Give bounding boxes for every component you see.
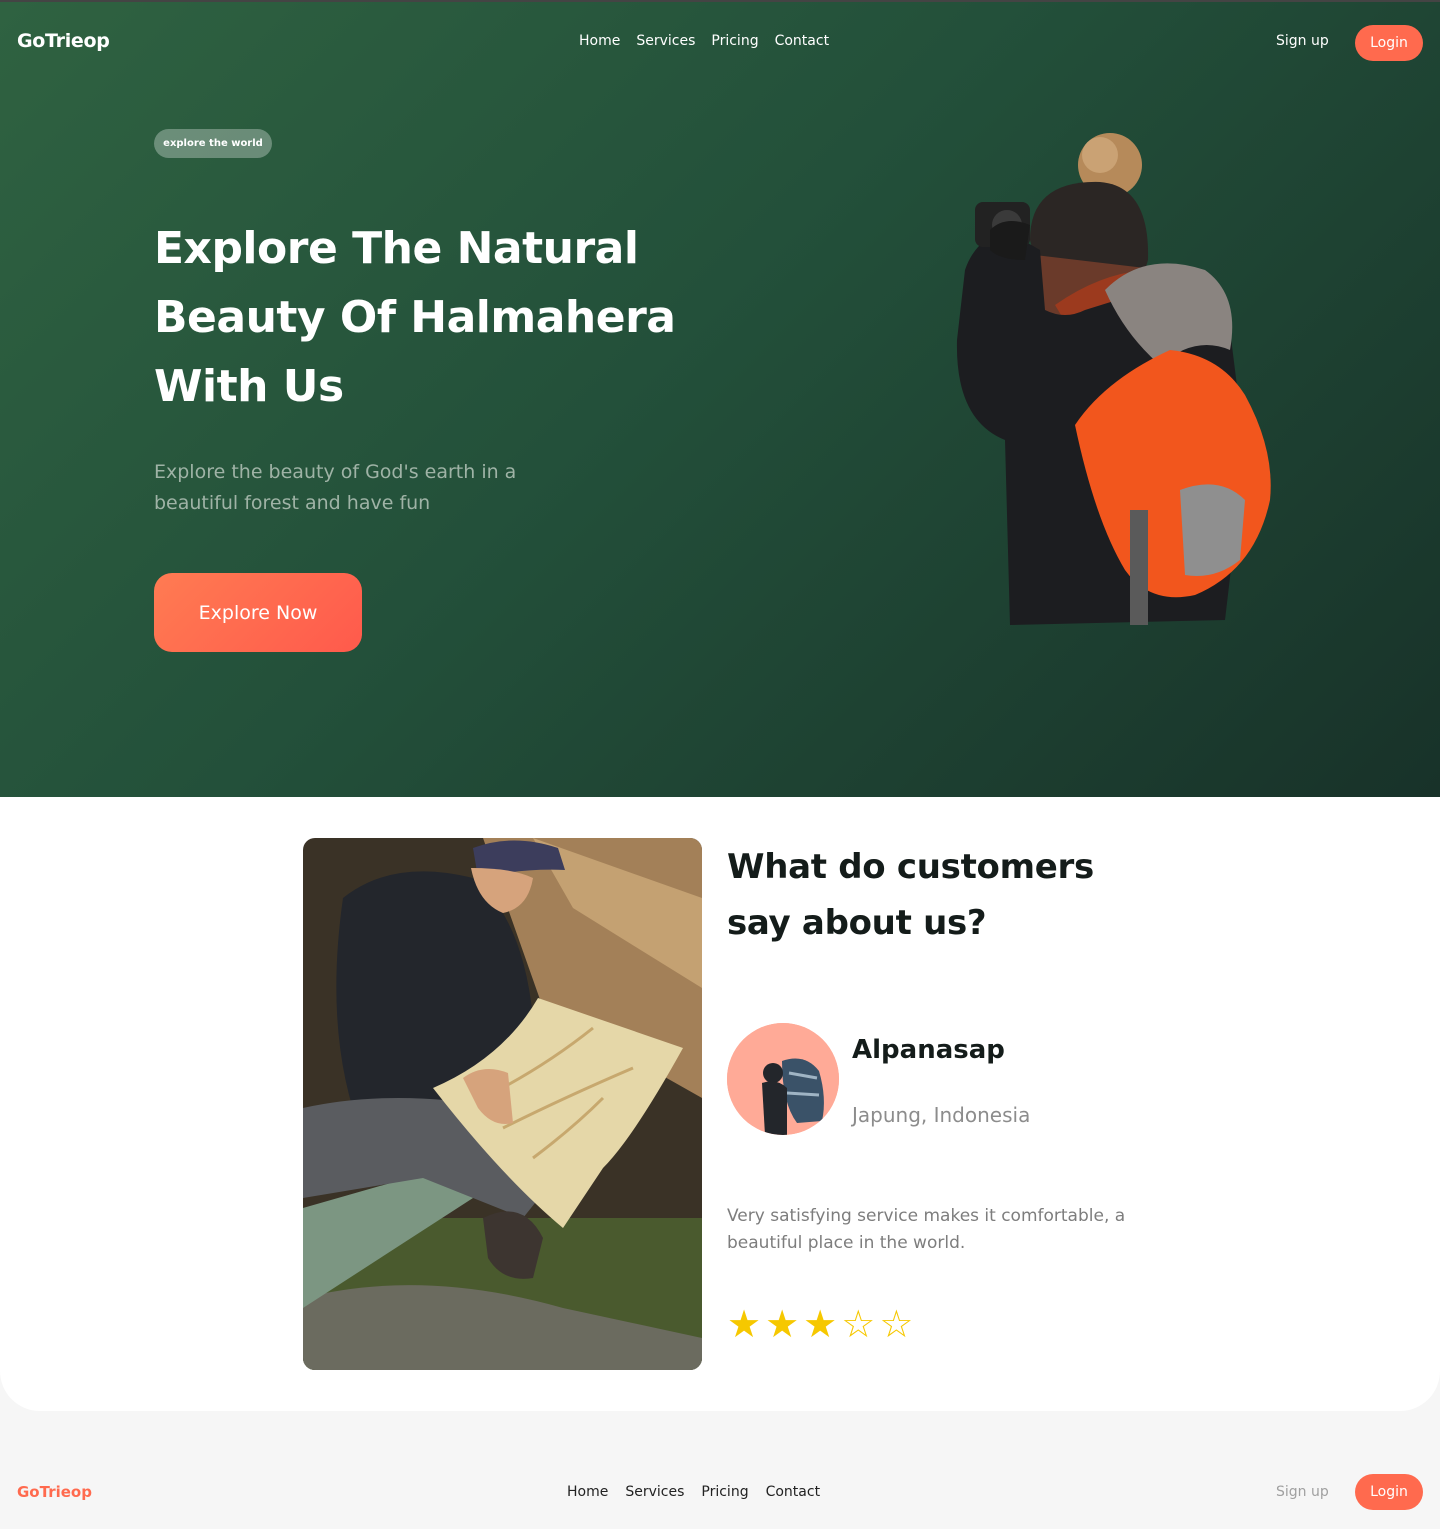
- footer-login-button[interactable]: Login: [1355, 1474, 1423, 1510]
- review-quote: Very satisfying service makes it comfort…: [727, 1206, 1126, 1253]
- star-filled-icon: ★: [765, 1302, 800, 1346]
- map-reading-photo: [303, 838, 702, 1370]
- footer-links: Home Services Pricing Contact: [567, 1484, 820, 1500]
- footer-signup-link[interactable]: Sign up: [1276, 1484, 1329, 1500]
- reviewer-avatar: [727, 1023, 839, 1135]
- nav-link-pricing[interactable]: Pricing: [711, 33, 758, 49]
- hero-section: GoTrieop Home Services Pricing Contact S…: [0, 0, 1440, 797]
- nav-link-contact[interactable]: Contact: [775, 33, 829, 49]
- star-filled-icon: ★: [803, 1302, 838, 1346]
- reviewer-location: Japung, Indonesia: [852, 1103, 1031, 1127]
- footer: GoTrieop Home Services Pricing Contact S…: [0, 1411, 1440, 1529]
- brand-logo[interactable]: GoTrieop: [17, 30, 110, 52]
- footer-link-services[interactable]: Services: [625, 1484, 684, 1500]
- explore-now-button[interactable]: Explore Now: [154, 573, 362, 652]
- star-empty-icon: ☆: [879, 1302, 914, 1346]
- footer-link-home[interactable]: Home: [567, 1484, 608, 1500]
- signup-link[interactable]: Sign up: [1276, 33, 1329, 49]
- nav-links: Home Services Pricing Contact: [579, 33, 829, 49]
- footer-link-contact[interactable]: Contact: [766, 1484, 820, 1500]
- testimonial-section: What do customers say about us? Alpanasa…: [0, 797, 1440, 1411]
- reviewer-name: Alpanasap: [852, 1035, 1005, 1065]
- footer-brand-logo[interactable]: GoTrieop: [17, 1483, 92, 1501]
- star-empty-icon: ☆: [841, 1302, 876, 1346]
- star-rating: ★ ★ ★ ☆ ☆: [727, 1305, 913, 1343]
- hero-subtitle: Explore the beauty of God's earth in a b…: [154, 461, 517, 514]
- nav-link-home[interactable]: Home: [579, 33, 620, 49]
- nav-link-services[interactable]: Services: [636, 33, 695, 49]
- login-button[interactable]: Login: [1355, 25, 1423, 61]
- hiker-photo: [956, 133, 1271, 625]
- hero-title: Explore The Natural Beauty Of Halmahera …: [154, 223, 676, 412]
- star-filled-icon: ★: [727, 1302, 762, 1346]
- footer-link-pricing[interactable]: Pricing: [701, 1484, 748, 1500]
- top-nav: GoTrieop Home Services Pricing Contact S…: [0, 2, 1440, 82]
- explore-badge: explore the world: [154, 129, 272, 158]
- testimonial-title: What do customers say about us?: [727, 847, 1094, 943]
